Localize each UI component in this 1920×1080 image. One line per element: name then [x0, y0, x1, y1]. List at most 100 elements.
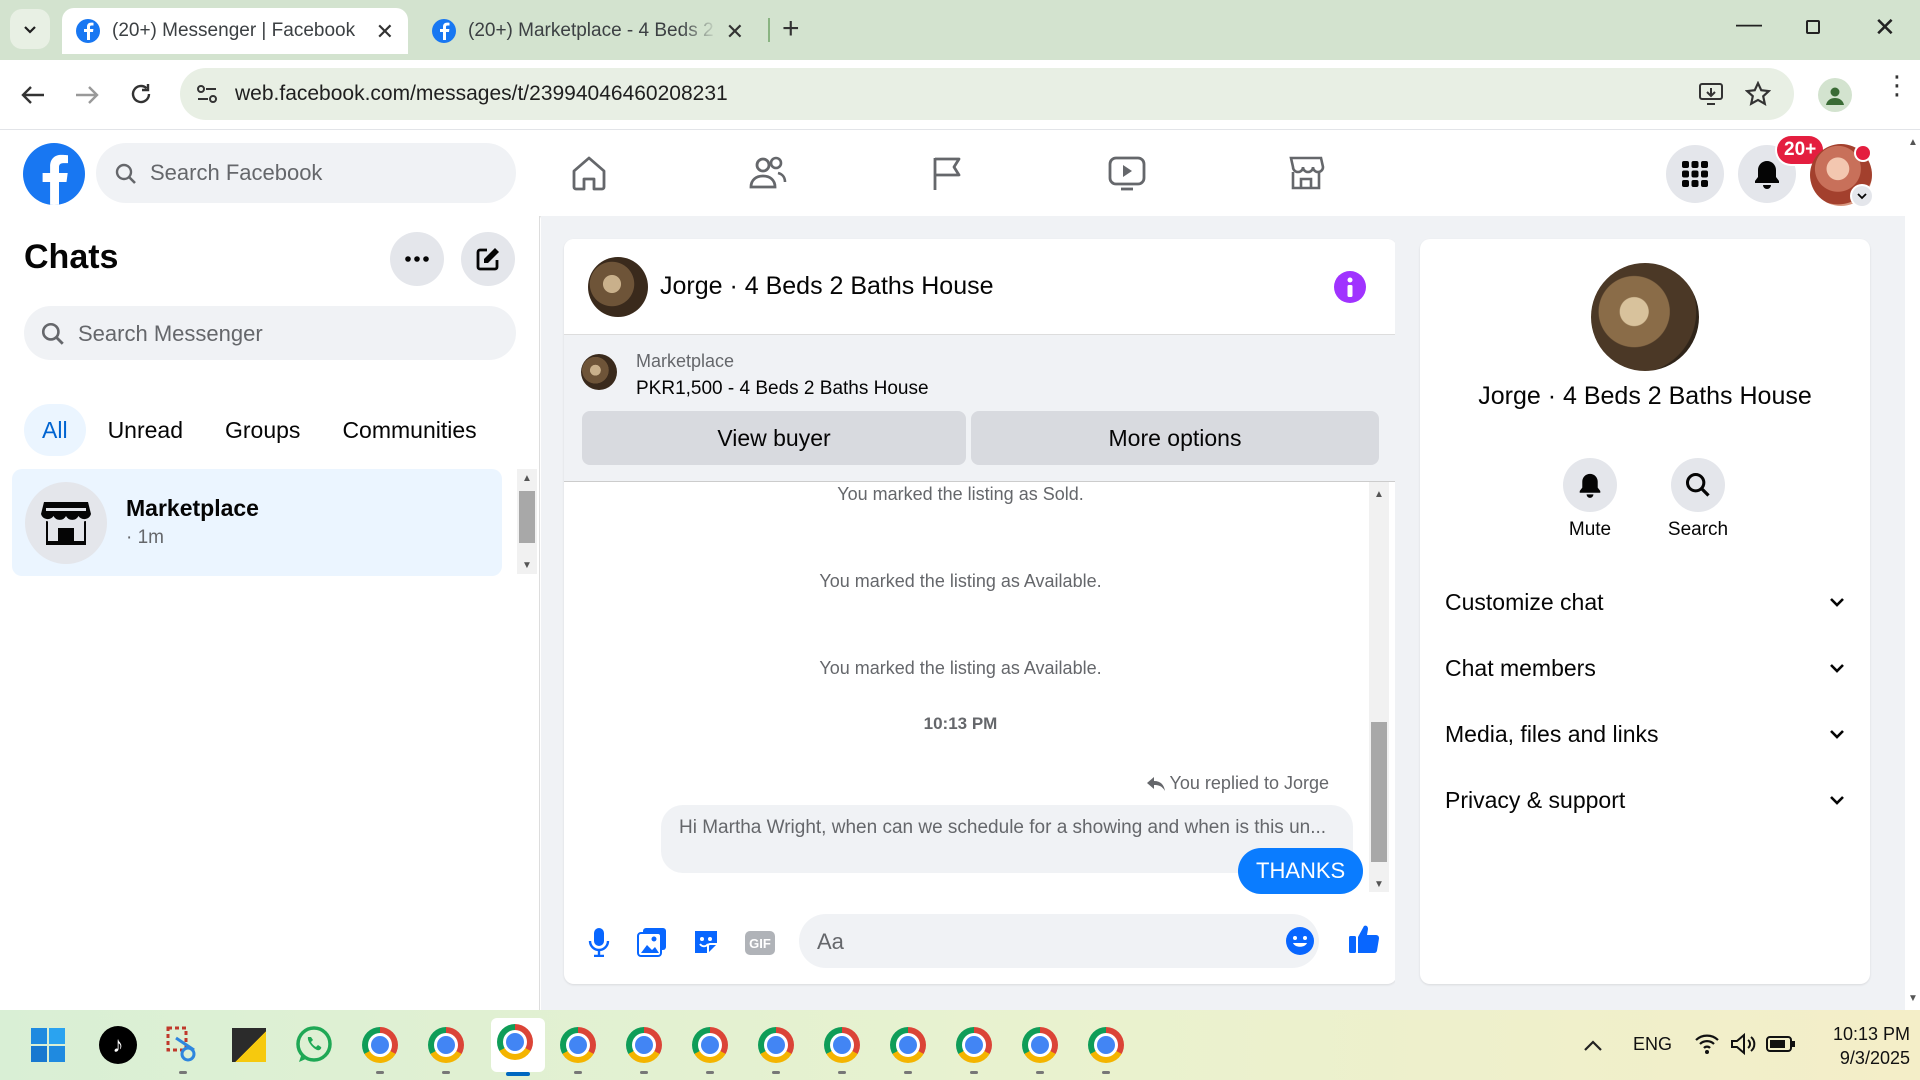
- more-options-button[interactable]: More options: [971, 411, 1379, 465]
- customize-chat-section[interactable]: Customize chat: [1445, 582, 1845, 622]
- wifi-icon[interactable]: [1694, 1032, 1720, 1056]
- compose-icon: [476, 248, 499, 271]
- page-scrollbar[interactable]: ▲ ▼: [1905, 130, 1920, 1010]
- bookmark-star-icon[interactable]: [1745, 81, 1771, 107]
- scroll-down-arrow-icon[interactable]: ▼: [1905, 990, 1920, 1006]
- browser-menu-icon[interactable]: ⋮: [1884, 72, 1910, 98]
- video-icon[interactable]: [1107, 154, 1147, 192]
- menu-button[interactable]: [1666, 145, 1724, 203]
- chrome-profile-icon[interactable]: [425, 1024, 467, 1074]
- address-bar[interactable]: web.facebook.com/messages/t/239940464602…: [180, 68, 1794, 120]
- system-message: You marked the listing as Available.: [819, 658, 1102, 678]
- minimize-button[interactable]: —: [1736, 8, 1762, 39]
- scroll-up-arrow-icon[interactable]: ▲: [519, 470, 535, 486]
- tab-search-button[interactable]: [10, 9, 50, 49]
- friends-icon[interactable]: [748, 154, 788, 192]
- sticky-notes-icon[interactable]: [228, 1024, 270, 1066]
- chrome-profile-icon[interactable]: [359, 1024, 401, 1074]
- search-icon: [41, 322, 64, 345]
- mute-button[interactable]: [1563, 458, 1617, 512]
- battery-icon[interactable]: [1766, 1034, 1796, 1054]
- site-settings-icon[interactable]: [195, 82, 219, 106]
- conversation-title[interactable]: Jorge · 4 Beds 2 Baths House: [660, 272, 994, 301]
- forward-icon[interactable]: [74, 84, 100, 106]
- chat-list-scrollbar[interactable]: ▲ ▼: [517, 469, 537, 574]
- language-indicator[interactable]: ENG: [1633, 1034, 1672, 1055]
- chrome-profile-icon[interactable]: [623, 1024, 665, 1074]
- profile-alert-dot: [1856, 146, 1870, 160]
- volume-icon[interactable]: [1730, 1032, 1758, 1056]
- marketplace-icon[interactable]: [1287, 154, 1325, 192]
- system-clock[interactable]: 10:13 PM 9/3/2025: [1806, 1022, 1910, 1070]
- chrome-profile-icon[interactable]: [755, 1024, 797, 1074]
- conversation-avatar[interactable]: [588, 257, 648, 317]
- facebook-search-input[interactable]: Search Facebook: [96, 143, 516, 203]
- reply-arrow-icon: [1146, 776, 1165, 791]
- tiktok-app-icon[interactable]: ♪: [97, 1024, 139, 1066]
- chrome-profile-icon[interactable]: [689, 1024, 731, 1074]
- chrome-profile-icon[interactable]: [953, 1024, 995, 1074]
- conversation-info-button[interactable]: [1334, 271, 1366, 303]
- privacy-support-section[interactable]: Privacy & support: [1445, 780, 1845, 820]
- chrome-profile-icon[interactable]: [1085, 1024, 1127, 1074]
- microphone-icon[interactable]: [588, 927, 610, 957]
- chat-list-item[interactable]: Marketplace · 1m: [12, 469, 502, 576]
- search-in-conversation-button[interactable]: [1671, 458, 1725, 512]
- scroll-down-arrow-icon[interactable]: ▼: [1371, 876, 1387, 892]
- windows-taskbar: ♪ ENG 10:13 PM 9/3/2025: [0, 1010, 1920, 1080]
- close-tab-icon[interactable]: ✕: [376, 19, 394, 45]
- filter-tab-groups[interactable]: Groups: [225, 417, 300, 444]
- windows-start-icon[interactable]: [30, 1027, 66, 1063]
- emoji-icon[interactable]: [1285, 926, 1315, 956]
- snipping-tool-icon[interactable]: [162, 1024, 204, 1074]
- message-scrollbar[interactable]: ▲ ▼: [1369, 482, 1389, 892]
- chrome-active-icon[interactable]: [491, 1018, 545, 1076]
- tray-overflow-chevron-icon[interactable]: [1583, 1038, 1603, 1052]
- scrollbar-thumb[interactable]: [1371, 722, 1387, 862]
- gif-icon[interactable]: GIF: [745, 931, 775, 955]
- search-icon: [1685, 472, 1710, 497]
- more-dots-icon: [405, 256, 429, 262]
- reload-icon[interactable]: [129, 82, 153, 106]
- messenger-search-input[interactable]: Search Messenger: [24, 306, 516, 360]
- chat-members-section[interactable]: Chat members: [1445, 648, 1845, 688]
- listing-title[interactable]: PKR1,500 - 4 Beds 2 Baths House: [636, 378, 929, 400]
- scrollbar-thumb[interactable]: [519, 491, 535, 543]
- chrome-profile-icon[interactable]: [821, 1024, 863, 1074]
- sent-message-bubble[interactable]: THANKS: [1238, 848, 1364, 894]
- thumbs-up-icon[interactable]: [1348, 923, 1380, 955]
- scroll-up-arrow-icon[interactable]: ▲: [1371, 486, 1387, 502]
- view-buyer-button[interactable]: View buyer: [582, 411, 966, 465]
- whatsapp-app-icon[interactable]: [293, 1024, 335, 1066]
- new-tab-button[interactable]: +: [782, 12, 800, 46]
- new-message-button[interactable]: [461, 232, 515, 286]
- message-input[interactable]: Aa: [799, 914, 1319, 968]
- account-menu-button[interactable]: [1852, 186, 1872, 206]
- facebook-logo[interactable]: [23, 143, 85, 205]
- profile-icon[interactable]: [1818, 78, 1852, 112]
- chrome-profile-icon[interactable]: [557, 1024, 599, 1074]
- chat-info-name: Jorge · 4 Beds 2 Baths House: [1478, 382, 1812, 410]
- filter-tab-all[interactable]: All: [24, 404, 86, 456]
- pages-flag-icon[interactable]: [930, 154, 966, 192]
- filter-tab-communities[interactable]: Communities: [342, 417, 476, 444]
- install-app-icon[interactable]: [1698, 81, 1724, 107]
- sticker-icon[interactable]: [692, 928, 720, 956]
- chat-options-button[interactable]: [390, 232, 444, 286]
- close-tab-icon[interactable]: ✕: [726, 19, 744, 45]
- tab-messenger[interactable]: (20+) Messenger | Facebook ✕: [62, 8, 408, 54]
- chats-title: Chats: [24, 238, 119, 276]
- photo-attach-icon[interactable]: [637, 927, 667, 957]
- media-files-links-section[interactable]: Media, files and links: [1445, 714, 1845, 754]
- close-window-button[interactable]: ✕: [1874, 12, 1896, 43]
- restore-button[interactable]: [1806, 20, 1820, 34]
- tab-marketplace[interactable]: (20+) Marketplace - 4 Beds 2 Baths House…: [418, 8, 758, 54]
- scroll-down-arrow-icon[interactable]: ▼: [519, 557, 535, 573]
- scroll-up-arrow-icon[interactable]: ▲: [1905, 134, 1920, 150]
- chrome-profile-icon[interactable]: [887, 1024, 929, 1074]
- filter-tab-unread[interactable]: Unread: [108, 417, 183, 444]
- chrome-profile-icon[interactable]: [1019, 1024, 1061, 1074]
- back-icon[interactable]: [20, 84, 46, 106]
- home-icon[interactable]: [570, 155, 608, 191]
- chat-info-avatar[interactable]: [1591, 263, 1699, 371]
